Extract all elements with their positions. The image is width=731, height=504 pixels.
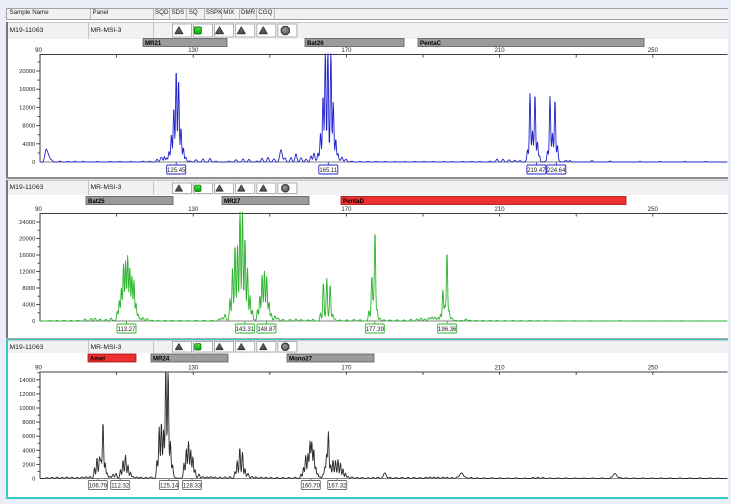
svg-text:10000: 10000 bbox=[19, 406, 35, 412]
svg-text:Bat26: Bat26 bbox=[307, 40, 324, 47]
svg-text:90: 90 bbox=[35, 207, 42, 213]
svg-text:Mono27: Mono27 bbox=[289, 355, 313, 362]
svg-text:112.32: 112.32 bbox=[111, 483, 130, 489]
svg-text:125.45: 125.45 bbox=[167, 168, 186, 174]
svg-text:12000: 12000 bbox=[19, 392, 35, 398]
svg-text:125.14: 125.14 bbox=[160, 483, 179, 489]
svg-text:MR21: MR21 bbox=[145, 40, 162, 47]
svg-text:16000: 16000 bbox=[19, 87, 35, 93]
svg-text:6000: 6000 bbox=[22, 434, 35, 440]
svg-text:130: 130 bbox=[188, 366, 199, 372]
svg-text:130: 130 bbox=[188, 48, 199, 54]
svg-text:160.70: 160.70 bbox=[302, 483, 321, 489]
svg-text:250: 250 bbox=[648, 366, 659, 372]
svg-text:143.31: 143.31 bbox=[236, 327, 255, 333]
svg-text:90: 90 bbox=[35, 48, 42, 54]
svg-text:106.79: 106.79 bbox=[89, 483, 108, 489]
svg-text:16000: 16000 bbox=[19, 253, 35, 259]
svg-text:177.39: 177.39 bbox=[366, 327, 385, 333]
svg-text:14000: 14000 bbox=[19, 378, 35, 384]
svg-text:12000: 12000 bbox=[19, 105, 35, 111]
svg-text:170: 170 bbox=[341, 366, 352, 372]
svg-text:8000: 8000 bbox=[22, 420, 35, 426]
svg-text:MR24: MR24 bbox=[153, 355, 170, 362]
svg-text:12000: 12000 bbox=[19, 270, 35, 276]
svg-text:224.64: 224.64 bbox=[547, 168, 566, 174]
svg-text:20000: 20000 bbox=[19, 237, 35, 243]
svg-text:8000: 8000 bbox=[22, 124, 35, 130]
svg-text:170: 170 bbox=[341, 207, 352, 213]
svg-text:PentaC: PentaC bbox=[420, 40, 442, 47]
svg-text:170: 170 bbox=[341, 48, 352, 54]
svg-text:90: 90 bbox=[35, 366, 42, 372]
svg-text:2000: 2000 bbox=[22, 462, 35, 468]
svg-text:128.33: 128.33 bbox=[183, 483, 202, 489]
svg-text:Bat25: Bat25 bbox=[88, 198, 105, 205]
svg-text:219.47: 219.47 bbox=[527, 168, 546, 174]
svg-text:250: 250 bbox=[648, 48, 659, 54]
svg-text:4000: 4000 bbox=[22, 448, 35, 454]
svg-text:130: 130 bbox=[188, 207, 199, 213]
svg-text:196.36: 196.36 bbox=[438, 327, 457, 333]
svg-text:0: 0 bbox=[32, 476, 35, 482]
svg-text:165.11: 165.11 bbox=[319, 168, 338, 174]
svg-text:210: 210 bbox=[495, 48, 506, 54]
svg-text:250: 250 bbox=[648, 207, 659, 213]
svg-text:210: 210 bbox=[495, 366, 506, 372]
svg-text:MR27: MR27 bbox=[224, 198, 241, 205]
svg-text:4000: 4000 bbox=[22, 142, 35, 148]
svg-text:Amel: Amel bbox=[90, 355, 105, 362]
svg-text:0: 0 bbox=[32, 319, 35, 325]
svg-text:4000: 4000 bbox=[22, 303, 35, 309]
svg-text:24000: 24000 bbox=[19, 220, 35, 226]
svg-text:210: 210 bbox=[495, 207, 506, 213]
svg-text:PentaD: PentaD bbox=[343, 198, 365, 205]
svg-text:20000: 20000 bbox=[19, 69, 35, 75]
svg-text:8000: 8000 bbox=[22, 286, 35, 292]
svg-text:148.87: 148.87 bbox=[257, 327, 276, 333]
svg-text:113.27: 113.27 bbox=[118, 327, 137, 333]
svg-text:0: 0 bbox=[32, 160, 35, 166]
svg-text:167.32: 167.32 bbox=[328, 483, 347, 489]
